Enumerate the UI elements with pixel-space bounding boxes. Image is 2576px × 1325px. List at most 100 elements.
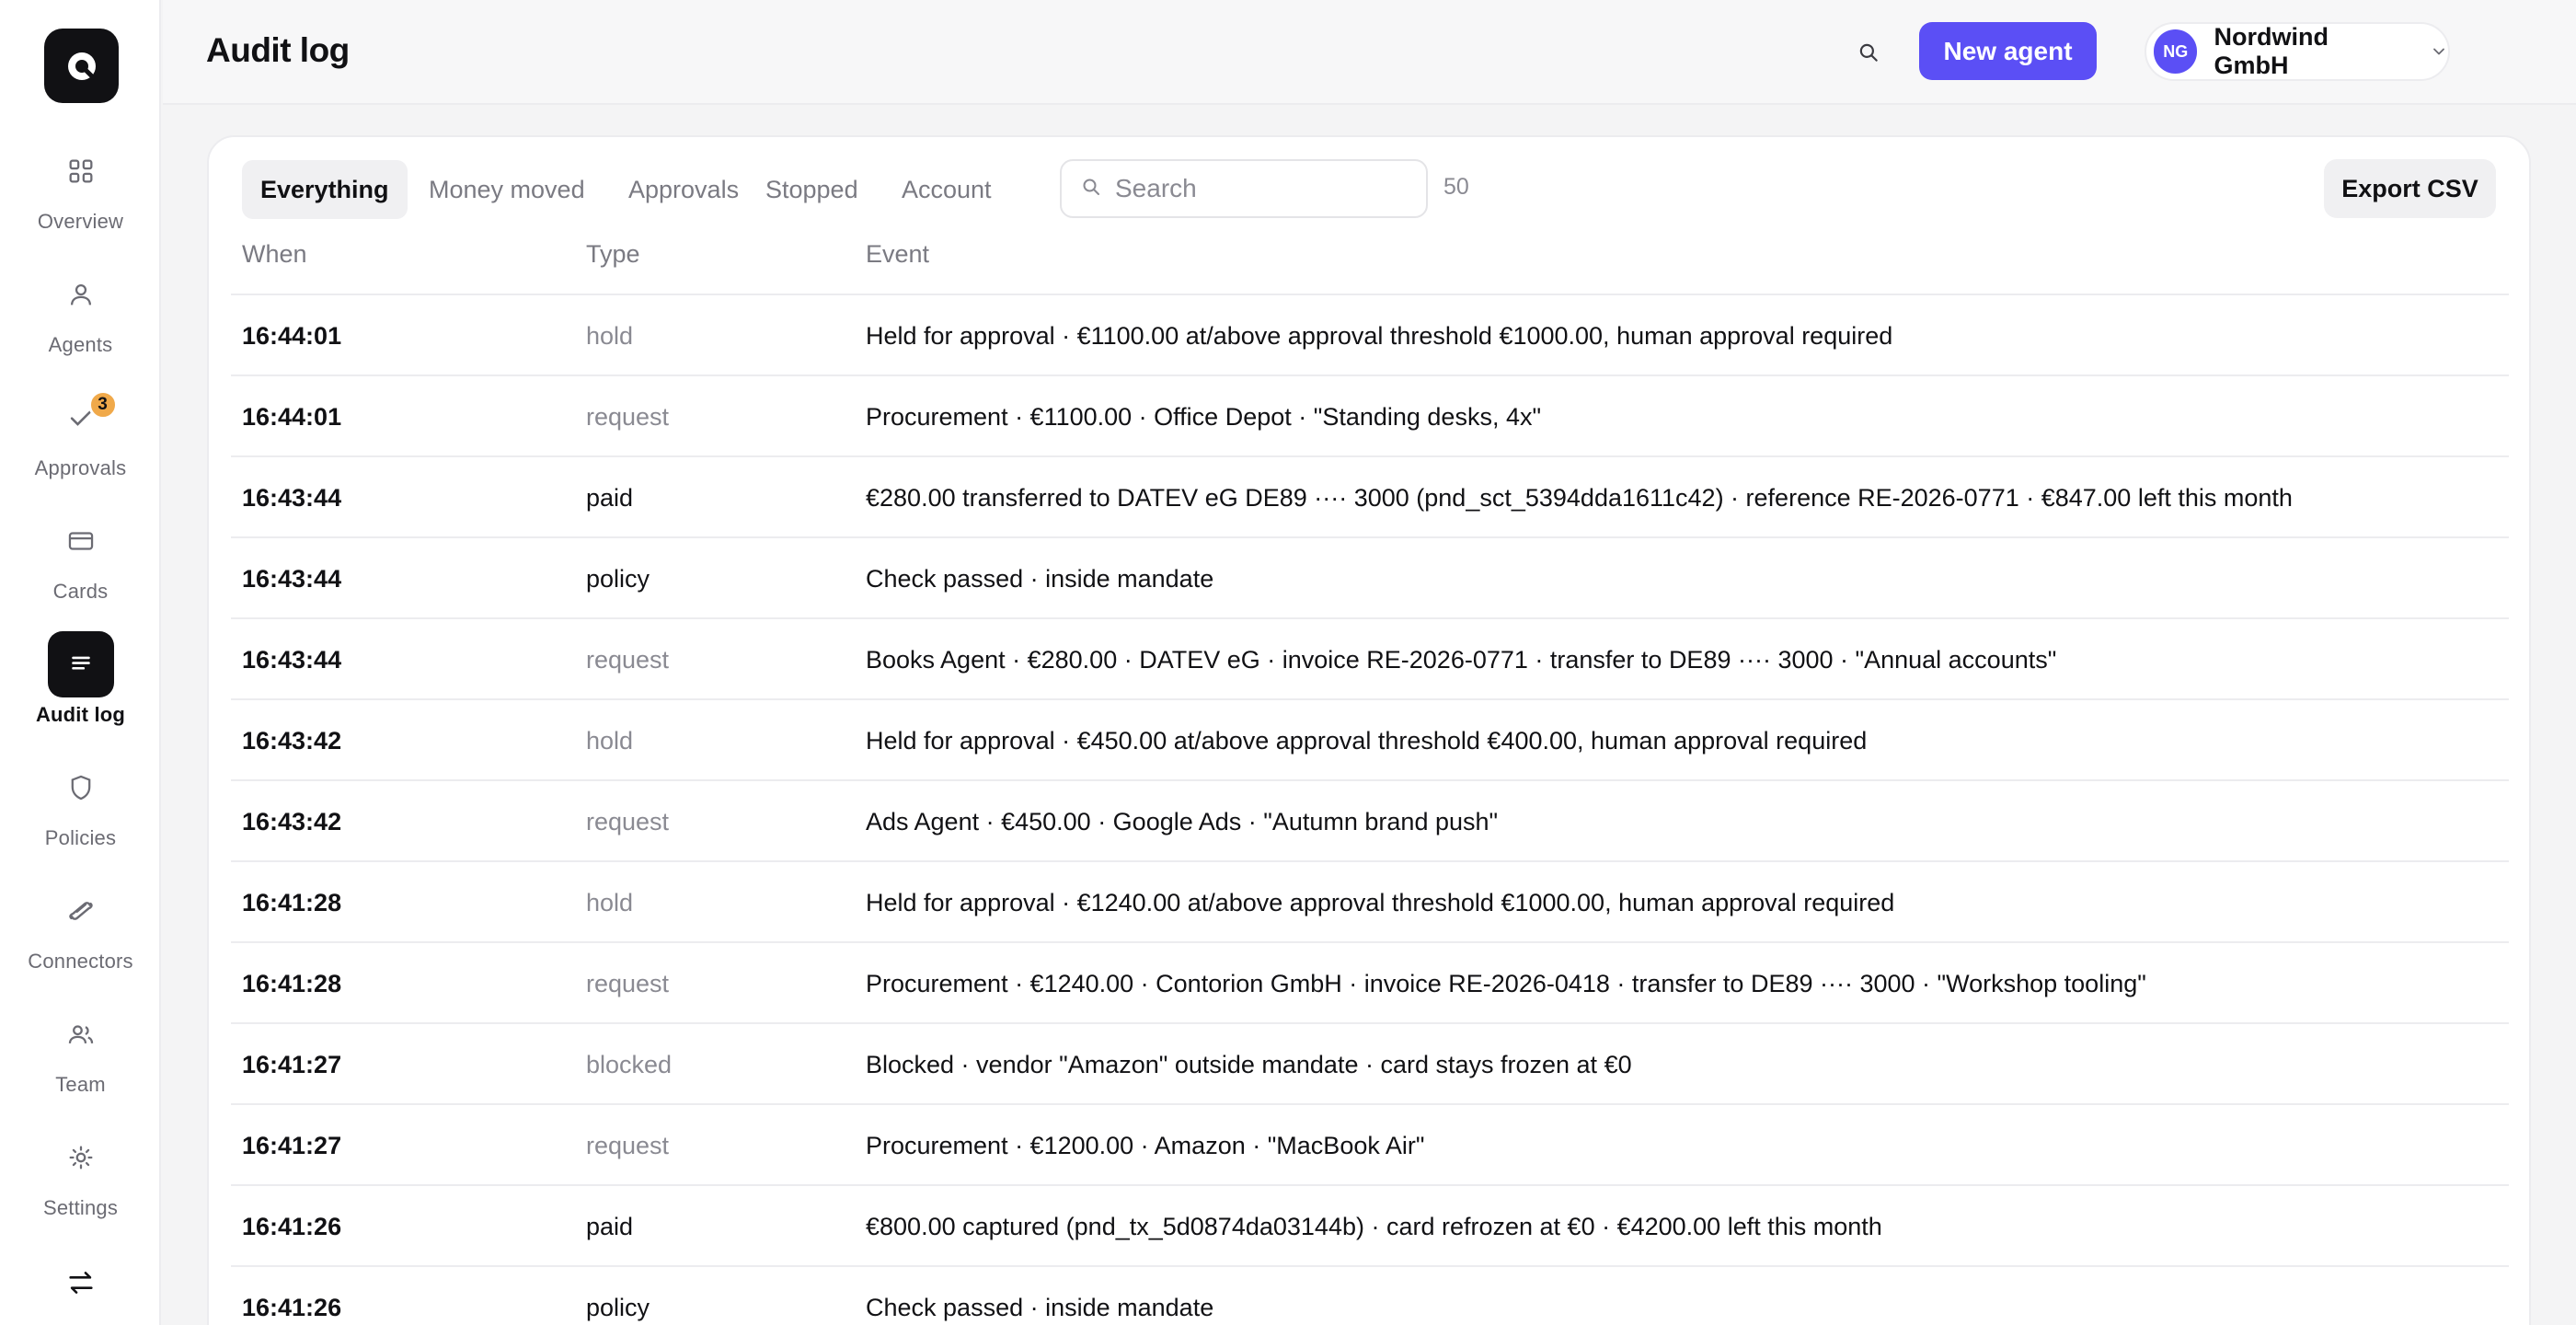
table-row[interactable]: 16:43:42 hold Held for approval · €450.0… [231,700,2509,781]
table-row[interactable]: 16:41:28 request Procurement · €1240.00 … [231,943,2509,1024]
sidebar-item-cards[interactable]: Cards [0,508,161,618]
table-row[interactable]: 16:41:26 policy Check passed · inside ma… [231,1267,2509,1325]
row-time: 16:41:27 [242,1132,342,1159]
table-row[interactable]: 16:43:44 policy Check passed · inside ma… [231,538,2509,619]
sidebar-item-policies[interactable]: Policies [0,755,161,865]
table-row[interactable]: 16:43:44 request Books Agent · €280.00 ·… [231,619,2509,700]
tab-stopped[interactable]: Stopped [747,160,877,219]
row-time: 16:43:44 [242,484,342,512]
sidebar: Overview Agents 3 Approvals Cards Audit … [0,0,161,1325]
row-event: Ads Agent · €450.00 · Google Ads · "Autu… [866,808,1499,835]
row-event: Procurement · €1200.00 · Amazon · "MacBo… [866,1132,1425,1159]
search-icon [1080,176,1102,202]
row-type: hold [586,727,634,755]
table-row[interactable]: 16:44:01 request Procurement · €1100.00 … [231,376,2509,457]
search-field[interactable] [1060,159,1428,218]
sidebar-item-team[interactable]: Team [0,1001,161,1112]
sidebar-item-agents[interactable]: Agents [0,261,161,372]
card-icon [48,508,114,574]
sidebar-item-label: Approvals [34,456,127,479]
table-row[interactable]: 16:41:28 hold Held for approval · €1240.… [231,862,2509,943]
result-count: 50 [1443,174,1469,200]
row-type: blocked [586,1051,673,1078]
row-time: 16:43:42 [242,727,342,755]
tab-money-moved[interactable]: Money moved [410,160,604,219]
row-event: Held for approval · €450.00 at/above app… [866,727,1868,755]
list-icon [47,631,114,697]
row-event: Books Agent · €280.00 · DATEV eG · invoi… [866,646,2057,674]
row-event: Blocked · vendor "Amazon" outside mandat… [866,1051,1632,1078]
top-bar: Audit log New agent NG Nordwind GmbH ST [163,0,2576,105]
page-title: Audit log [206,31,350,69]
column-header-when: When [242,240,307,268]
row-time: 16:41:26 [242,1213,342,1240]
sidebar-item-label: Overview [37,210,124,233]
table-row[interactable]: 16:43:44 paid €280.00 transferred to DAT… [231,457,2509,538]
column-header-event: Event [866,240,930,268]
team-icon [48,1001,114,1067]
sidebar-item-label: Connectors [28,950,133,973]
audit-log-card: Everything Money moved Approvals Stopped… [207,135,2531,1325]
row-event: Check passed · inside mandate [866,565,1214,593]
app-logo[interactable] [44,29,119,103]
row-event: €800.00 captured (pnd_tx_5d0874da03144b)… [866,1213,1882,1240]
table-header: When Type Event [231,240,2509,295]
row-time: 16:43:42 [242,808,342,835]
row-time: 16:44:01 [242,322,342,350]
grid-icon [48,138,114,204]
sidebar-item-label: Agents [48,333,113,356]
sidebar-item-settings[interactable]: Settings [0,1124,161,1235]
shield-icon [48,755,114,821]
column-header-type: Type [586,240,640,268]
row-event: Held for approval · €1100.00 at/above ap… [866,322,1893,350]
row-event: €280.00 transferred to DATEV eG DE89 ···… [866,484,2293,512]
table-row[interactable]: 16:41:27 request Procurement · €1200.00 … [231,1105,2509,1186]
row-type: hold [586,889,634,916]
sidebar-item-label: Policies [44,826,117,849]
row-type: request [586,1132,670,1159]
row-event: Procurement · €1100.00 · Office Depot · … [866,403,1542,431]
sidebar-item-label: Team [55,1073,106,1096]
table-row[interactable]: 16:41:26 paid €800.00 captured (pnd_tx_5… [231,1186,2509,1267]
check-icon: 3 [48,385,118,451]
row-type: request [586,970,670,997]
table-row[interactable]: 16:43:42 request Ads Agent · €450.00 · G… [231,781,2509,862]
gear-icon [48,1124,114,1191]
row-event: Check passed · inside mandate [866,1294,1214,1321]
tab-everything[interactable]: Everything [242,160,408,219]
sidebar-item-label: Settings [42,1196,119,1219]
user-icon [48,261,114,328]
org-avatar: NG [2154,29,2198,74]
table-row[interactable]: 16:41:27 blocked Blocked · vendor "Amazo… [231,1024,2509,1105]
row-type: policy [586,1294,650,1321]
table-row[interactable]: 16:44:01 hold Held for approval · €1100.… [231,295,2509,376]
row-type: policy [586,565,650,593]
row-time: 16:41:28 [242,889,342,916]
approvals-count-badge: 3 [87,390,118,420]
row-type: request [586,403,670,431]
logo-icon [67,52,96,80]
tab-account[interactable]: Account [883,160,1010,219]
export-csv-button[interactable]: Export CSV [2324,159,2496,218]
row-type: hold [586,322,634,350]
row-event: Procurement · €1240.00 · Contorion GmbH … [866,970,2146,997]
row-type: request [586,646,670,674]
tab-approvals[interactable]: Approvals [610,160,757,219]
sidebar-item-connectors[interactable]: Connectors [0,878,161,988]
sidebar-item-label: Cards [52,580,109,603]
sidebar-item-approvals[interactable]: 3 Approvals [0,385,161,495]
new-agent-button[interactable]: New agent [1919,22,2097,80]
row-time: 16:43:44 [242,646,342,674]
sidebar-item-audit-log[interactable]: Audit log [0,631,161,742]
row-time: 16:41:27 [242,1051,342,1078]
row-time: 16:41:26 [242,1294,342,1321]
row-event: Held for approval · €1240.00 at/above ap… [866,889,1895,916]
row-type: paid [586,484,634,512]
row-time: 16:41:28 [242,970,342,997]
search-icon[interactable] [1850,34,1887,71]
swap-icon[interactable] [63,1264,99,1301]
sidebar-item-overview[interactable]: Overview [0,138,161,248]
row-time: 16:43:44 [242,565,342,593]
search-input[interactable] [1115,174,1409,203]
org-switcher[interactable]: NG Nordwind GmbH [2145,22,2450,81]
